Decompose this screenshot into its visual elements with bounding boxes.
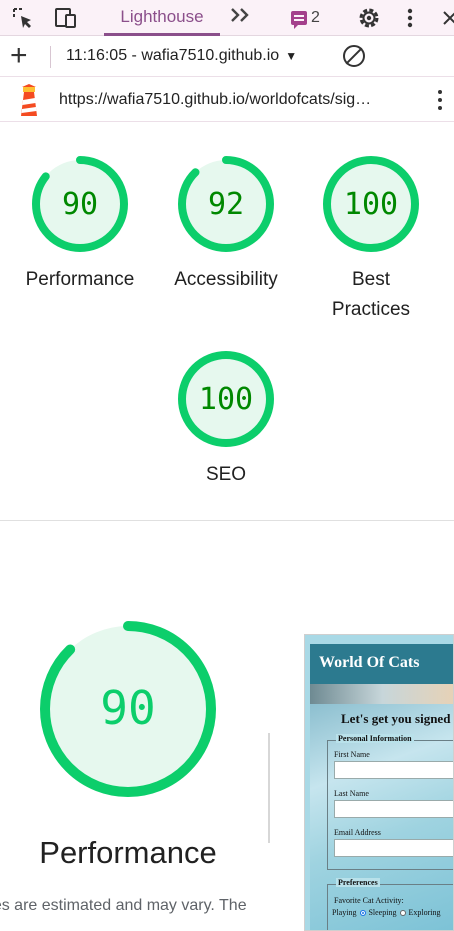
gauge-accessibility-label: Accessibility [174,269,278,290]
final-screenshot-thumbnail[interactable]: World Of Cats Let's get you signed Perso… [304,634,454,931]
report-selector[interactable]: 11:16:05 - wafia7510.github.io ▼ [66,47,297,65]
gauge-accessibility-ring: 92 [178,156,274,252]
thumb-email-input [334,839,453,857]
thumb-activity-label: Favorite Cat Activity: [334,896,404,905]
thumb-option-playing: Playing [332,908,357,917]
thumb-personal-legend: Personal Information [336,734,414,743]
tab-lighthouse-label: Lighthouse [120,6,204,26]
thumb-radio-sleeping [400,910,407,917]
performance-disclaimer: Values are estimated and may vary. The [0,897,247,914]
thumb-preferences-legend: Preferences [336,878,380,887]
thumb-last-name-label: Last Name [334,789,369,798]
gauge-accessibility[interactable]: 92 Accessibility [160,155,292,295]
toolbar-divider [50,46,51,68]
performance-large-gauge: 90 [40,621,216,797]
gauge-best-practices-ring: 100 [323,156,419,252]
thumb-heading: Let's get you signed [341,711,451,726]
thumb-cat-photo [310,684,453,704]
lighthouse-toolbar: + 11:16:05 - wafia7510.github.io ▼ [0,37,454,77]
gauge-performance[interactable]: 90 Performance [14,155,146,295]
thumb-activity-options: Playing Sleeping Exploring [332,908,440,917]
gauge-performance-score: 90 [62,187,98,222]
thumb-option-exploring: Exploring [408,908,441,917]
thumb-personal-fieldset: Personal Information First Name Last Nam… [327,734,453,870]
gauge-performance-ring: 90 [32,156,128,252]
customize-menu-icon[interactable] [398,6,422,30]
message-icon [291,11,307,29]
close-icon[interactable] [438,6,454,30]
section-divider [0,520,454,521]
lighthouse-logo-icon [21,84,37,116]
report-url-bar: https://wafia7510.github.io/worldofcats/… [0,78,454,122]
report-selector-label: 11:16:05 - wafia7510.github.io [66,47,280,64]
performance-heading: Performance [39,835,217,870]
thumb-email-label: Email Address [334,828,381,837]
report-url[interactable]: https://wafia7510.github.io/worldofcats/… [59,91,415,109]
new-report-plus-icon[interactable]: + [10,41,28,71]
performance-large-score: 90 [100,681,155,735]
thumb-site-header: World Of Cats [310,644,453,684]
more-tabs-chevron-icon[interactable] [229,5,255,29]
thumb-first-name-label: First Name [334,750,370,759]
gauge-seo-label: SEO [205,464,247,485]
devtools-window: Lighthouse 2 + 11:16:05 - wafia7510.gith… [0,0,454,931]
dropdown-caret-icon: ▼ [285,49,298,63]
calculator-link[interactable] [0,922,300,931]
vertical-divider [268,733,270,843]
device-toolbar-icon[interactable] [54,6,78,30]
gauge-accessibility-score: 92 [208,187,244,222]
clear-reports-icon[interactable] [343,45,365,67]
report-menu-icon[interactable] [434,88,446,112]
thumb-option-sleeping: Sleeping [368,908,397,917]
gauge-performance-label: Performance [25,269,135,290]
devtools-tab-bar: Lighthouse 2 [0,0,454,36]
inspect-element-icon[interactable] [11,6,35,30]
tab-lighthouse[interactable]: Lighthouse [104,0,220,36]
gauge-best-practices-label: Best Practices [331,269,411,320]
thumb-first-name-input [334,761,453,779]
gauge-best-practices-score: 100 [344,187,398,222]
thumb-last-name-input [334,800,453,818]
gauge-best-practices[interactable]: 100 Best Practices [305,155,437,325]
gauge-seo[interactable]: 100 SEO [160,350,292,490]
issues-counter[interactable]: 2 [291,8,320,29]
thumb-preferences-fieldset: Preferences Favorite Cat Activity: Playi… [327,878,453,930]
settings-gear-icon[interactable] [357,6,381,30]
gauge-seo-score: 100 [199,382,253,417]
gauge-seo-ring: 100 [178,351,274,447]
issues-count: 2 [311,9,320,26]
thumb-radio-playing [360,910,367,917]
